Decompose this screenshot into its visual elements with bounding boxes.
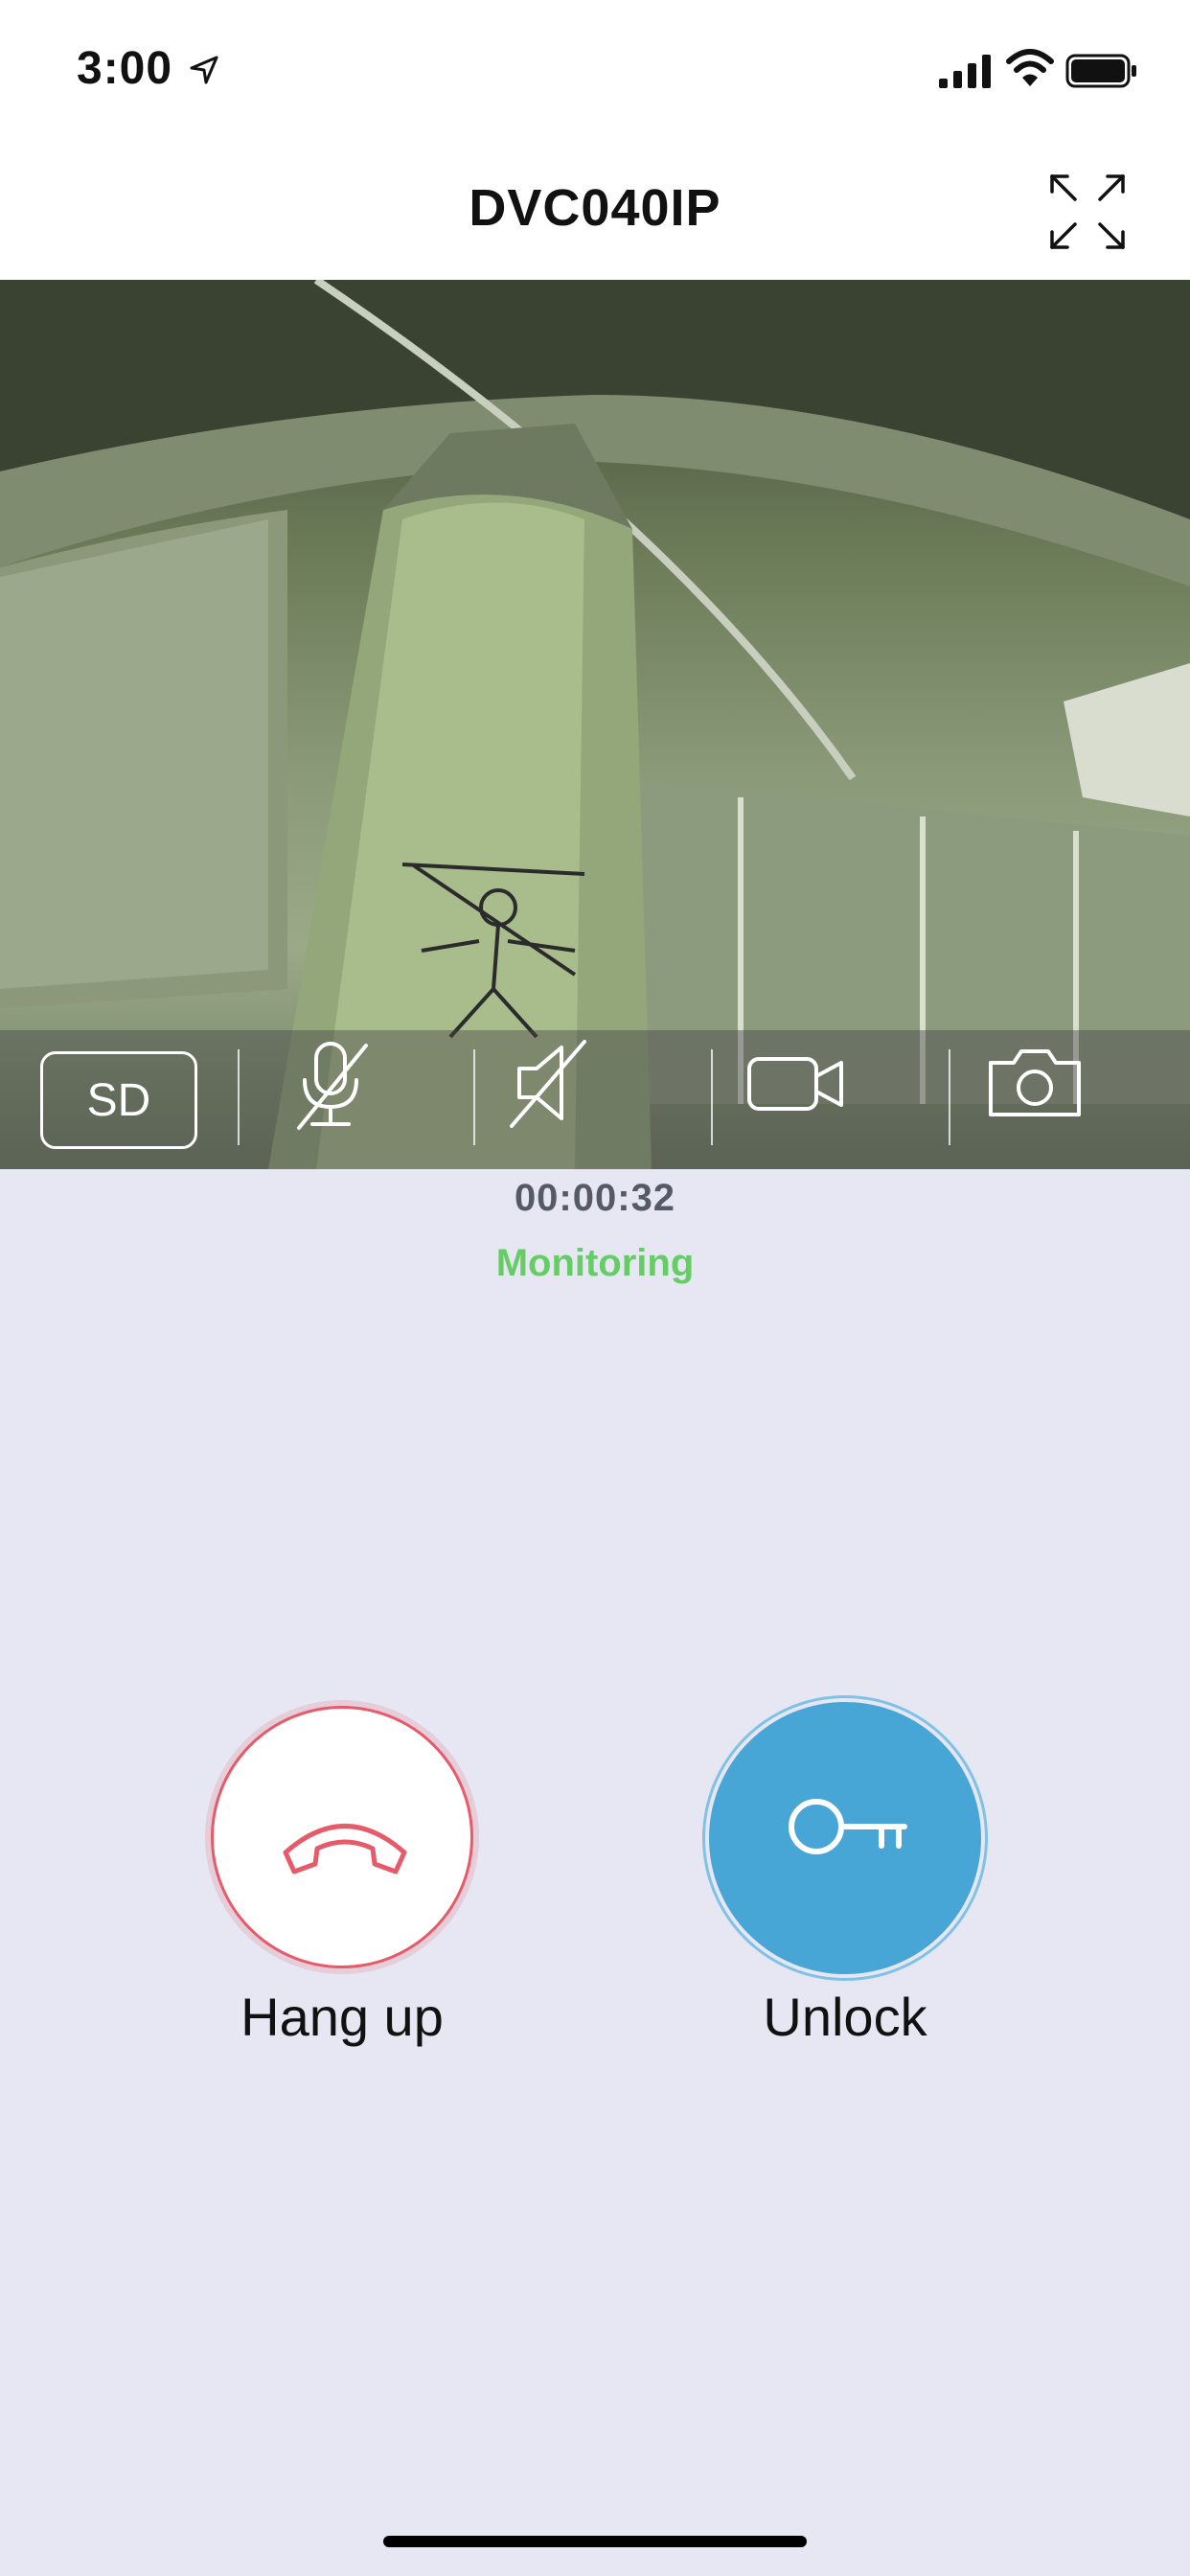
toolbar-divider [238, 1049, 240, 1145]
navigation-header: DVC040IP [0, 144, 1190, 280]
wifi-icon [1006, 49, 1054, 86]
speaker-muted-icon [510, 1040, 586, 1128]
phone-hangup-icon [283, 1824, 407, 1874]
unlock-label: Unlock [763, 1987, 927, 2047]
cellular-signal-icon [939, 55, 991, 88]
hangup-label: Hang up [240, 1987, 444, 2047]
toolbar-divider [473, 1049, 475, 1145]
hangup-button[interactable] [211, 1706, 473, 1968]
page-title: DVC040IP [469, 179, 721, 237]
resolution-label: SD [86, 1074, 151, 1126]
status-bar: 3:00 [0, 0, 1190, 144]
resolution-button[interactable]: SD [40, 1051, 197, 1149]
video-camera-icon [747, 1057, 843, 1111]
speaker-toggle-button[interactable] [498, 1030, 699, 1169]
battery-icon [1065, 54, 1136, 88]
microphone-toggle-button[interactable] [278, 1030, 469, 1169]
record-button[interactable] [738, 1030, 929, 1169]
snapshot-button[interactable] [977, 1030, 1169, 1169]
camera-icon [989, 1049, 1081, 1116]
location-arrow-icon [190, 56, 218, 84]
call-duration: 00:00:32 [514, 1177, 676, 1219]
unlock-button[interactable] [709, 1702, 981, 1974]
call-status: Monitoring [495, 1242, 695, 1284]
video-toolbar: SD [0, 1030, 1190, 1169]
expand-icon[interactable] [1044, 169, 1131, 255]
key-icon [789, 1799, 907, 1854]
toolbar-divider [711, 1049, 713, 1145]
status-time: 3:00 [77, 43, 173, 94]
camera-feed: SD [0, 280, 1190, 1169]
microphone-muted-icon [297, 1042, 368, 1130]
toolbar-divider [949, 1049, 950, 1145]
home-indicator[interactable] [383, 2536, 807, 2547]
